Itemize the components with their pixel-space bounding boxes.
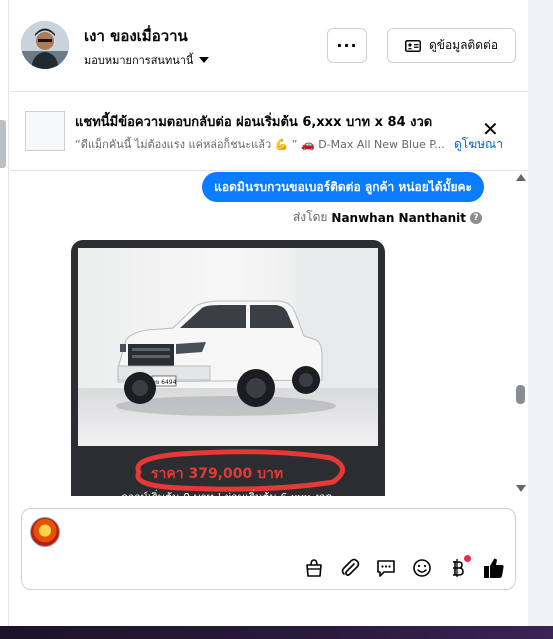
scroll-up-arrow-icon[interactable] [516,174,526,181]
message-photo[interactable]: กข 6494 ราคา 379,000 บาท ดาวน์เริ่มต้น 0… [71,240,385,496]
ad-description: “ดีแม็กคันนี้ ไม่ต้องแรง แค่หล่อก็ชนะแล้… [75,138,445,151]
message-text: แอดมินรบกวนขอเบอร์ติดต่อ ลูกค้า หน่อยได้… [214,179,472,194]
assign-label: มอบหมายการสนทนานี้ [84,54,194,67]
caret-down-icon [199,57,210,63]
taskbar-edge [0,626,553,639]
view-contact-label: ดูข้อมูลติดต่อ [428,38,499,52]
sent-by-label: ส่งโดย Nanwhan Nanthanit ? [293,208,482,227]
promo-text: ดาวน์เริ่มต้น 0 บาท | ผ่อนเริ่มต้น 6,xxx… [121,488,333,496]
thread-scrollbar-thumb[interactable] [516,385,525,404]
right-panel-edge [528,0,553,639]
paperclip-icon[interactable] [338,556,362,580]
sent-by-prefix: ส่งโดย [292,210,328,224]
ad-title: แชทนี้มีข้อความตอบกลับต่อ ผ่อนเริ่มต้น 6… [75,115,433,130]
message-composer[interactable] [21,508,516,590]
help-icon[interactable]: ? [470,211,482,224]
notification-dot [464,555,471,562]
price-text: ราคา 379,000 บาท [151,466,284,482]
thumbs-up-icon[interactable] [482,556,506,580]
message-thread: แอดมินรบกวนขอเบอร์ติดต่อ ลูกค้า หน่อยได้… [10,172,528,496]
view-contact-button[interactable]: ดูข้อมูลติดต่อ [387,28,516,63]
car-photo: กข 6494 [78,248,378,446]
contact-avatar[interactable] [21,21,69,69]
scroll-down-arrow-icon[interactable] [516,485,526,492]
more-options-label: ··· [336,36,358,55]
left-panel-edge [0,0,9,639]
saved-reply-icon[interactable] [374,556,398,580]
left-scrollbar-thumb[interactable] [0,120,6,168]
outgoing-message-bubble[interactable]: แอดมินรบกวนขอเบอร์ติดต่อ ลูกค้า หน่อยได้… [202,172,484,202]
pickup-truck-image: กข 6494 [78,248,378,446]
conversation-header: เงา ของเมื่อวาน มอบหมายการสนทนานี้ ··· ด… [10,0,528,92]
more-options-button[interactable]: ··· [327,28,367,63]
close-icon[interactable]: ✕ [482,119,499,139]
page-name: เงา ของเมื่อวาน [84,27,188,45]
ad-thumbnail[interactable] [25,111,65,151]
assign-conversation-dropdown[interactable]: มอบหมายการสนทนานี้ [84,51,210,69]
contact-card-icon [404,39,421,52]
bag-icon[interactable] [302,556,326,580]
page-avatar [30,517,60,547]
ad-context-bar: แชทนี้มีข้อความตอบกลับต่อ ผ่อนเริ่มต้น 6… [10,93,528,171]
emoji-icon[interactable] [410,556,434,580]
sender-name: Nanwhan Nanthanit [331,210,466,225]
